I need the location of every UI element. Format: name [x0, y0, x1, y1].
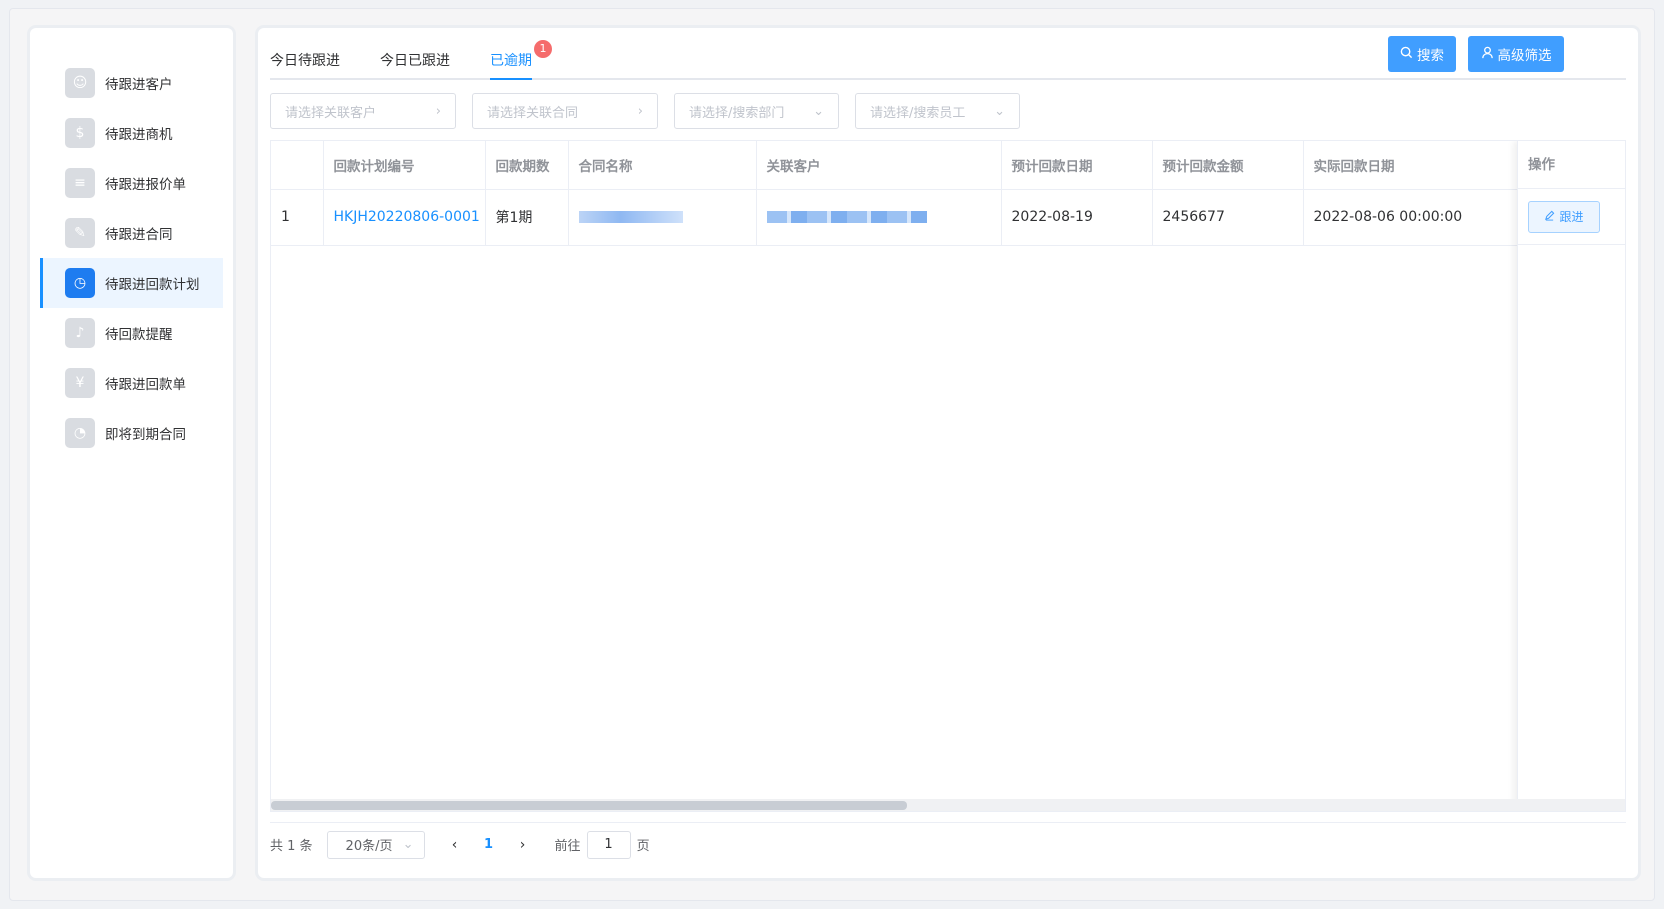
follow-up-label: 跟进	[1559, 210, 1584, 224]
edit-icon	[1544, 210, 1555, 224]
department-select[interactable]: 请选择/搜索部门 ⌄	[674, 93, 839, 129]
customer-select[interactable]: 请选择关联客户 ›	[270, 93, 456, 129]
sidebar-item-label: 待跟进回款计划	[105, 277, 200, 293]
row-contract-name	[568, 189, 757, 246]
advanced-filter-label: 高级筛选	[1497, 48, 1552, 64]
goto-page-input[interactable]: 1	[586, 830, 631, 859]
sidebar-item-expiring-contracts[interactable]: ◔ 即将到期合同	[40, 408, 223, 458]
col-plan-no: 回款计划编号	[323, 141, 486, 190]
sidebar-item-label: 待跟进合同	[105, 227, 173, 243]
bell-icon: ♪	[65, 318, 95, 348]
sidebar-item-pending-payment-plans[interactable]: ◷ 待跟进回款计划	[40, 258, 223, 308]
sidebar-item-label: 待跟进回款单	[105, 377, 186, 393]
redacted-customer-name	[766, 211, 927, 223]
contract-select-placeholder: 请选择关联合同	[487, 105, 579, 121]
col-contract-name: 合同名称	[568, 141, 757, 190]
sidebar-item-pending-quotes[interactable]: ≡ 待跟进报价单	[40, 158, 223, 208]
sidebar: ☺ 待跟进客户 $ 待跟进商机 ≡ 待跟进报价单 ✎ 待跟进合同 ◷ 待跟进回款…	[30, 28, 233, 878]
clock-icon: ◔	[65, 418, 95, 448]
department-select-placeholder: 请选择/搜索部门	[689, 105, 785, 121]
col-expected-amount: 预计回款金额	[1152, 141, 1304, 190]
col-action: 操作	[1518, 141, 1625, 189]
advanced-filter-button[interactable]: 高级筛选	[1468, 36, 1564, 72]
col-customer: 关联客户	[756, 141, 1002, 190]
quote-doc-icon: ≡	[65, 168, 95, 198]
payment-plan-icon: ◷	[65, 268, 95, 298]
fixed-action-column: 操作 跟进	[1517, 141, 1625, 811]
col-index	[271, 141, 324, 190]
chevron-right-icon: ›	[637, 103, 643, 119]
employee-select-placeholder: 请选择/搜索员工	[870, 105, 966, 121]
table-row: 1 HKJH20220806-0001 第1期 2022-08-19 24566…	[271, 189, 1520, 246]
row-index: 1	[271, 189, 324, 246]
search-button[interactable]: 搜索	[1388, 36, 1456, 72]
overdue-count-badge: 1	[534, 40, 552, 58]
row-expected-amount: 2456677	[1152, 189, 1304, 246]
row-period: 第1期	[485, 189, 569, 246]
search-button-label: 搜索	[1417, 48, 1444, 64]
next-page-icon[interactable]: ›	[509, 837, 537, 853]
sidebar-item-label: 即将到期合同	[105, 427, 186, 443]
col-period: 回款期数	[485, 141, 569, 190]
filter-bar: 请选择关联客户 › 请选择关联合同 › 请选择/搜索部门 ⌄ 请选择/搜索员工 …	[270, 93, 1020, 129]
main-panel: 今日待跟进 今日已跟进 已逾期 1 搜索 高级筛选 请选择关联客户 › 请选择关…	[258, 28, 1638, 878]
goto-label: 前往	[554, 839, 581, 854]
sidebar-item-pending-receipts[interactable]: ¥ 待跟进回款单	[40, 358, 223, 408]
user-group-icon: ☺	[65, 68, 95, 98]
employee-select[interactable]: 请选择/搜索员工 ⌄	[855, 93, 1020, 129]
payment-plan-table: 回款计划编号 回款期数 合同名称 关联客户 预计回款日期 预计回款金额 实际回款…	[270, 140, 1626, 812]
total-count: 共 1 条	[270, 839, 313, 854]
plan-no-link[interactable]: HKJH20220806-0001	[323, 189, 486, 246]
row-actual-date: 2022-08-06 00:00:00	[1303, 189, 1520, 246]
dollar-doc-icon: $	[65, 118, 95, 148]
chevron-down-icon: ⌄	[994, 103, 1005, 119]
sidebar-item-label: 待回款提醒	[105, 327, 173, 343]
chevron-down-icon: ⌄	[813, 103, 824, 119]
action-cell: 跟进	[1518, 189, 1625, 245]
scrollbar-thumb[interactable]	[271, 801, 907, 810]
sidebar-item-label: 待跟进报价单	[105, 177, 186, 193]
tab-today-pending[interactable]: 今日待跟进	[270, 50, 340, 78]
sidebar-item-label: 待跟进商机	[105, 127, 173, 143]
col-expected-date: 预计回款日期	[1001, 141, 1153, 190]
customer-select-placeholder: 请选择关联客户	[285, 105, 377, 121]
sidebar-item-label: 待跟进客户	[105, 77, 173, 93]
redacted-contract-name	[578, 211, 683, 223]
horizontal-scrollbar[interactable]	[271, 799, 1625, 811]
page-number[interactable]: 1	[469, 837, 509, 852]
sidebar-item-pending-contracts[interactable]: ✎ 待跟进合同	[40, 208, 223, 258]
prev-page-icon[interactable]: ‹	[441, 837, 469, 853]
contract-select[interactable]: 请选择关联合同 ›	[472, 93, 658, 129]
sidebar-item-pending-opportunities[interactable]: $ 待跟进商机	[40, 108, 223, 158]
money-bag-icon: ¥	[65, 368, 95, 398]
tab-today-followed[interactable]: 今日已跟进	[380, 50, 450, 78]
sidebar-item-pending-customers[interactable]: ☺ 待跟进客户	[40, 58, 223, 108]
row-customer	[756, 189, 1002, 246]
chevron-right-icon: ›	[435, 103, 441, 119]
search-icon	[1400, 46, 1413, 63]
follow-up-button[interactable]: 跟进	[1528, 200, 1600, 233]
page-size-select[interactable]: 20条/页 ⌄	[326, 830, 425, 859]
sidebar-item-payment-reminders[interactable]: ♪ 待回款提醒	[40, 308, 223, 358]
table-header-row: 回款计划编号 回款期数 合同名称 关联客户 预计回款日期 预计回款金额 实际回款…	[271, 141, 1520, 190]
pagination: 共 1 条 20条/页 ⌄ ‹ 1 › 前往 1 页	[270, 822, 1626, 866]
contract-doc-icon: ✎	[65, 218, 95, 248]
row-expected-date: 2022-08-19	[1001, 189, 1153, 246]
user-icon	[1481, 46, 1494, 63]
page-suffix: 页	[636, 839, 650, 854]
col-actual-date: 实际回款日期	[1303, 141, 1520, 190]
chevron-down-icon: ⌄	[402, 837, 414, 852]
tab-overdue[interactable]: 已逾期 1	[490, 40, 552, 80]
page-size-value: 20条/页	[345, 839, 393, 854]
tab-overdue-label: 已逾期	[490, 53, 532, 69]
